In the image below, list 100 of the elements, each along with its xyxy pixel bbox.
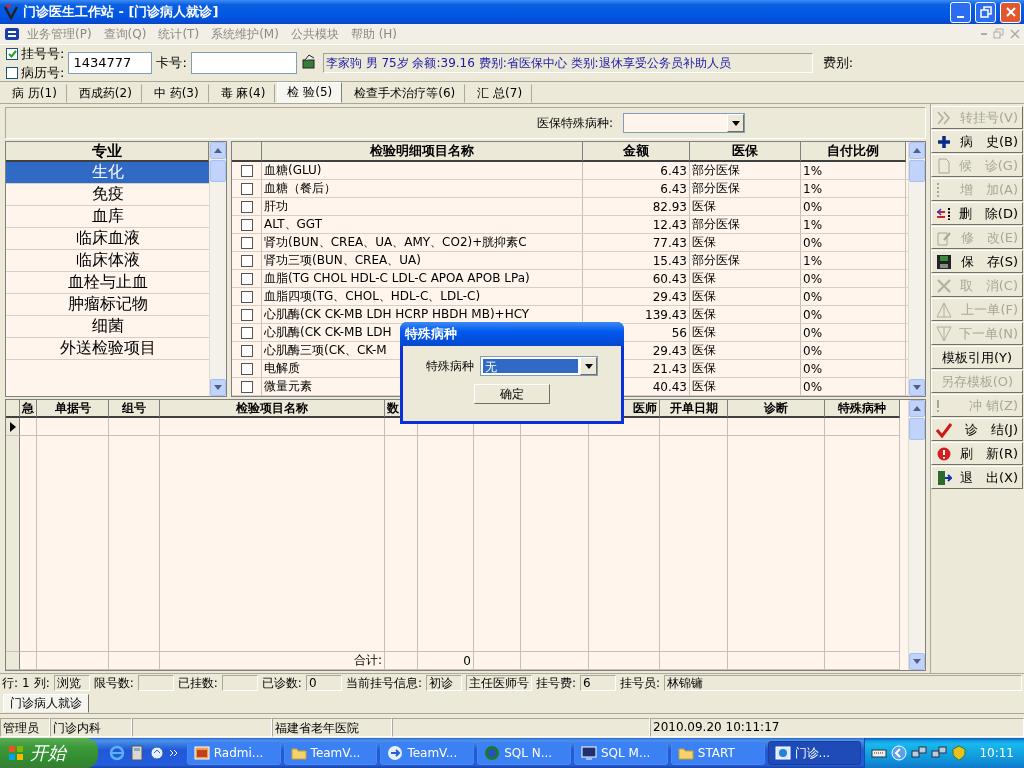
table-cell: 医保: [690, 360, 801, 377]
column-header: 检验明细项目名称: [262, 142, 583, 162]
taskbar-button[interactable]: TeamV...: [283, 741, 378, 765]
table-cell: 肾功三项(BUN、CREA、UA): [262, 252, 583, 269]
taskbar-button[interactable]: START: [670, 741, 765, 765]
action-button[interactable]: 诊 结(J): [931, 418, 1023, 441]
status-label: 已诊数:: [261, 674, 302, 692]
dialog-title: 特殊病种: [400, 322, 624, 346]
field-label: 特殊病种: [426, 357, 474, 375]
taskbar-button[interactable]: SQL N...: [477, 741, 571, 765]
table-cell: 12.43: [583, 216, 690, 233]
action-button[interactable]: 退 出(X): [931, 466, 1023, 489]
table-cell: 医保: [690, 378, 801, 395]
table-cell: 82.93: [583, 198, 690, 215]
column-header: 医保: [690, 142, 801, 162]
tab[interactable]: 检 验(5): [277, 82, 343, 103]
table-cell: 0%: [801, 288, 906, 305]
registration-field[interactable]: 1434777: [68, 52, 153, 74]
column-header: 急: [20, 400, 37, 418]
disease-dropdown[interactable]: 无: [480, 356, 598, 376]
table-cell: 医保: [690, 342, 801, 359]
column-header: 特殊病种: [825, 400, 900, 418]
total-label: 合计:: [160, 652, 385, 670]
table-cell: 0%: [801, 378, 906, 395]
table-cell: 0%: [801, 270, 906, 287]
table-cell: 医保: [690, 288, 801, 305]
table-cell: 医保: [690, 324, 801, 341]
table-cell: 肾功(BUN、CREA、UA、AMY、CO2)+胱抑素C: [262, 234, 583, 251]
table-cell: 29.43: [583, 288, 690, 305]
table-cell: 6.43: [583, 180, 690, 197]
column-header: 诊断: [728, 400, 825, 418]
status-cell: 管理员: [0, 717, 50, 737]
field-label: 卡号:: [156, 54, 187, 72]
status-value: 浏览: [53, 675, 90, 691]
table-cell: 6.43: [583, 162, 690, 179]
checkbox-label: 病历号:: [21, 63, 65, 82]
table-cell: 77.43: [583, 234, 690, 251]
total-value: 0: [418, 652, 474, 670]
taskbar-button[interactable]: SQL M...: [574, 741, 668, 765]
filter-label: 医保特殊病种:: [536, 114, 613, 132]
table-cell: 血脂(TG CHOL HDL-C LDL-C APOA APOB LPa): [262, 270, 583, 287]
status-label: 行:: [2, 674, 19, 692]
table-cell: 部分医保: [690, 216, 801, 233]
status-cell: 门诊内科: [50, 717, 132, 737]
status-label: 列:: [33, 674, 50, 692]
table-cell: 医保: [690, 306, 801, 323]
table-cell: 医保: [690, 270, 801, 287]
table-cell: 1%: [801, 216, 906, 233]
status-cell: 2010.09.20 10:11:17: [650, 717, 1024, 737]
column-header: 开单日期: [660, 400, 728, 418]
ok-button[interactable]: 确定: [474, 384, 550, 404]
column-header: 自付比例: [801, 142, 906, 162]
status-value: 林锦镛: [664, 675, 1022, 691]
table-cell: 15.43: [583, 252, 690, 269]
table-cell: 60.43: [583, 270, 690, 287]
status-value: 主任医师号: [465, 675, 532, 691]
status-label: 限号数:: [93, 674, 134, 692]
table-cell: 0%: [801, 198, 906, 215]
status-value: 0: [305, 675, 342, 691]
table-cell: 1%: [801, 162, 906, 179]
action-button[interactable]: 保 存(S): [931, 250, 1023, 273]
window-tab[interactable]: 门诊病人就诊: [3, 694, 89, 713]
table-cell: 医保: [690, 198, 801, 215]
action-button[interactable]: 删 除(D): [931, 202, 1023, 225]
table-cell: 血糖(GLU): [262, 162, 583, 179]
table-cell: 医保: [690, 234, 801, 251]
status-value: 初诊: [425, 675, 462, 691]
status-label: 1: [22, 676, 30, 690]
patient-info: 李家驹 男 75岁 余额:39.16 费别:省医保中心 类别:退休享受公务员补助人员: [322, 53, 813, 73]
checkbox-label: 挂号号:: [21, 44, 65, 63]
clock: 10:11: [979, 746, 1014, 760]
column-header: 专业: [6, 142, 209, 162]
status-label: 已挂数:: [177, 674, 218, 692]
status-cell: 福建省老年医院: [272, 717, 392, 737]
status-value: 6: [579, 675, 616, 691]
table-cell: 血脂四项(TG、CHOL、HDL-C、LDL-C): [262, 288, 583, 305]
table-cell: 0%: [801, 324, 906, 341]
table-cell: 1%: [801, 252, 906, 269]
category-item[interactable]: 生化: [6, 162, 209, 184]
table-cell: 部分医保: [690, 252, 801, 269]
taskbar-button[interactable]: 门诊...: [767, 741, 862, 765]
table-cell: 0%: [801, 306, 906, 323]
table-cell: 肝功: [262, 198, 583, 215]
action-button[interactable]: 模板引用(Y): [931, 346, 1023, 369]
action-button[interactable]: 刷 新(R): [931, 442, 1023, 465]
column-header: 金额: [583, 142, 690, 162]
table-cell: 1%: [801, 180, 906, 197]
fee-label: 费别:: [822, 54, 854, 72]
table-cell: ALT、GGT: [262, 216, 583, 233]
table-cell: 0%: [801, 342, 906, 359]
start-button[interactable]: 开始: [0, 738, 98, 768]
table-cell: 0%: [801, 234, 906, 251]
action-button[interactable]: 病 史(B): [931, 130, 1023, 153]
column-header: 单据号: [37, 400, 109, 418]
window-title: 门诊医生工作站 - [门诊病人就诊]: [23, 3, 220, 21]
table-cell: 0%: [801, 360, 906, 377]
taskbar-button[interactable]: TeamV...: [380, 741, 475, 765]
taskbar-button[interactable]: Radmi...: [186, 741, 281, 765]
table-cell: 部分医保: [690, 180, 801, 197]
status-label: 挂号员:: [619, 674, 660, 692]
